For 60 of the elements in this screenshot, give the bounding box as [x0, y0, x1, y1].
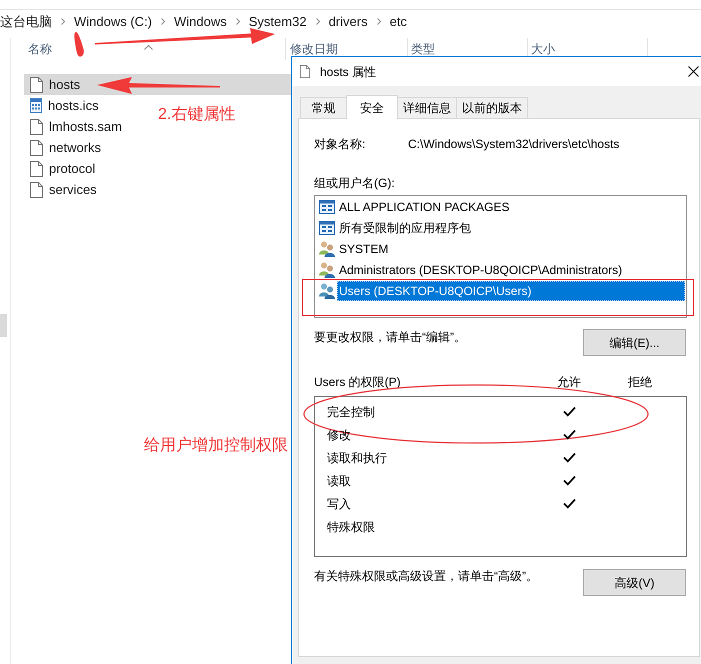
tab[interactable]: 常规 — [300, 97, 347, 118]
annotation-stroke — [72, 31, 86, 58]
group-list-item[interactable]: 所有受限制的应用程序包 — [337, 218, 685, 238]
document-icon — [30, 182, 43, 198]
file-list-item[interactable]: lmhosts.sam — [24, 116, 126, 137]
window-icon — [319, 220, 335, 234]
document-icon — [30, 76, 43, 92]
sort-caret-icon — [144, 45, 153, 50]
document-icon — [300, 65, 310, 78]
group-list-item[interactable]: ALL APPLICATION PACKAGES — [337, 196, 685, 216]
chevron-icon[interactable] — [376, 18, 381, 25]
file-list-item[interactable]: hosts — [24, 74, 291, 95]
file-list-item[interactable]: protocol — [24, 158, 100, 179]
permission-name: 特殊权限 — [327, 520, 376, 532]
chevron-icon[interactable] — [316, 18, 320, 25]
scrollbar-thumb[interactable] — [0, 314, 7, 337]
column-header: 允许 — [556, 376, 582, 388]
window-icon — [319, 200, 335, 214]
chevron-icon[interactable] — [161, 18, 166, 25]
file-list-item[interactable]: hosts.ics — [24, 95, 103, 116]
group-list-item[interactable]: Users (DESKTOP-U8QOICP\Users) — [337, 280, 685, 300]
column-header: 拒绝 — [627, 376, 653, 388]
close-icon — [688, 66, 699, 77]
hint-text: 有关特殊权限或高级设置，请单击“高级”。 — [314, 568, 538, 584]
group-list-item[interactable]: SYSTEM — [337, 238, 685, 258]
tab[interactable]: 安全 — [346, 95, 398, 119]
dialog-title: hosts 属性 — [320, 66, 376, 78]
permissions-label: Users 的权限(P) — [314, 376, 402, 388]
chevron-icon[interactable] — [236, 18, 240, 25]
people-icon — [319, 240, 335, 256]
permission-name: 读取和执行 — [327, 452, 388, 464]
breadcrumb-item[interactable]: Windows (C:) — [74, 15, 152, 28]
close-button[interactable] — [686, 64, 701, 79]
advanced-button[interactable]: 高级(V) — [583, 569, 686, 596]
document-icon — [30, 160, 43, 176]
hint-text: 要更改权限，请单击“编辑”。 — [314, 329, 466, 345]
file-list-item[interactable]: networks — [24, 137, 106, 158]
permission-name: 写入 — [327, 498, 352, 510]
breadcrumb-item[interactable]: 这台电脑 — [0, 15, 52, 28]
breadcrumb-item[interactable]: System32 — [248, 15, 307, 28]
field-label: 组或用户名(G): — [314, 175, 395, 191]
chevron-icon[interactable] — [61, 18, 65, 25]
permission-name: 完全控制 — [327, 406, 376, 418]
object-path: C:\Windows\System32\drivers\etc\hosts — [408, 138, 620, 150]
people-icon — [319, 262, 335, 278]
group-list-item[interactable]: Administrators (DESKTOP-U8QOICP\Administrators) — [337, 260, 685, 280]
people-icon — [319, 282, 335, 298]
document-icon — [30, 140, 43, 156]
tab[interactable]: 以前的版本 — [456, 97, 528, 118]
field-label: 对象名称: — [314, 138, 366, 150]
breadcrumb-item[interactable]: etc — [390, 15, 407, 28]
annotation-text: 给用户增加控制权限 — [144, 438, 288, 454]
permission-name: 读取 — [327, 474, 352, 486]
breadcrumb-item[interactable]: Windows — [174, 15, 227, 28]
breadcrumb-item[interactable]: drivers — [328, 15, 368, 28]
annotation-text: 2.右键属性 — [158, 107, 236, 123]
document-icon — [30, 118, 43, 134]
edit-button[interactable]: 编辑(E)... — [583, 329, 686, 356]
calendar-icon — [30, 98, 42, 113]
file-list-item[interactable]: services — [24, 179, 101, 200]
